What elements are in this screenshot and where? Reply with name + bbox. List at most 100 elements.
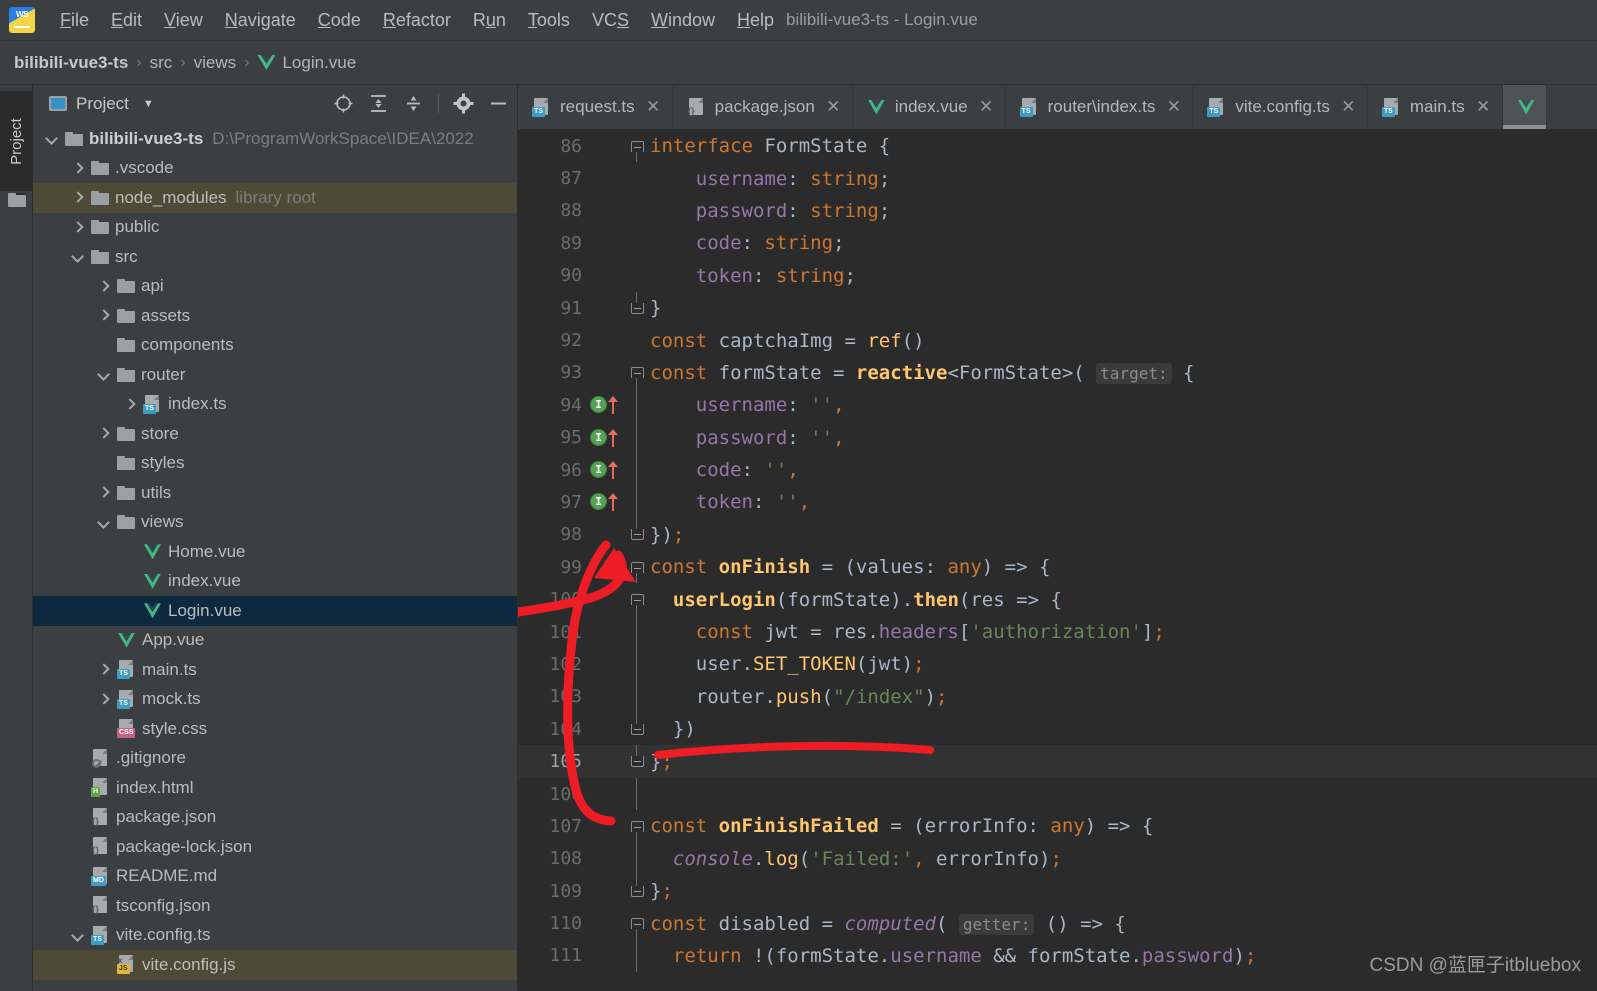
chevron-right-icon[interactable] <box>71 162 84 175</box>
gutter[interactable] <box>586 583 626 615</box>
gutter[interactable] <box>586 227 626 259</box>
menu-item-refactor[interactable]: Refactor <box>372 8 462 33</box>
gear-icon[interactable] <box>453 93 474 114</box>
gutter[interactable] <box>586 357 626 389</box>
code-line[interactable]: 97I token: '', <box>518 486 1597 518</box>
overriding-member-icon[interactable] <box>608 461 618 479</box>
expand-all-icon[interactable] <box>368 93 389 114</box>
menu-item-tools[interactable]: Tools <box>517 8 581 33</box>
gutter[interactable] <box>586 292 626 324</box>
code-line[interactable]: 104 }) <box>518 713 1597 745</box>
breadcrumb-segment-file[interactable]: Login.vue <box>282 53 356 73</box>
code-line[interactable]: 105}; <box>518 745 1597 777</box>
gutter[interactable]: I <box>586 454 626 486</box>
code-line[interactable]: 108 console.log('Failed:', errorInfo); <box>518 843 1597 875</box>
code-line[interactable]: 99const onFinish = (values: any) => { <box>518 551 1597 583</box>
fold-expanded-icon[interactable] <box>626 130 648 162</box>
editor-tab-router-index-ts[interactable]: TSrouter\index.ts✕ <box>1006 85 1194 129</box>
chevron-right-icon[interactable] <box>97 427 110 440</box>
minimize-icon[interactable] <box>488 93 509 114</box>
tree-row[interactable]: {}package.json <box>33 803 517 833</box>
tree-row[interactable]: api <box>33 272 517 302</box>
gutter[interactable] <box>586 162 626 194</box>
close-icon[interactable]: ✕ <box>1165 97 1182 117</box>
tree-row[interactable]: App.vue <box>33 626 517 656</box>
fold-expanded-icon[interactable] <box>626 810 648 842</box>
gutter[interactable]: I <box>586 422 626 454</box>
code-editor[interactable]: 86interface FormState {87 username: stri… <box>518 130 1597 991</box>
gutter[interactable] <box>586 745 626 777</box>
gutter[interactable] <box>586 681 626 713</box>
breadcrumb-segment-views[interactable]: views <box>194 53 237 73</box>
code-line[interactable]: 90 token: string; <box>518 260 1597 292</box>
editor-tab-request-ts[interactable]: TSrequest.ts✕ <box>518 85 673 129</box>
fold-end-icon[interactable] <box>626 713 648 745</box>
tree-row[interactable]: TSvite.config.ts <box>33 921 517 951</box>
code-line[interactable]: 106 <box>518 778 1597 810</box>
tree-row[interactable]: assets <box>33 301 517 331</box>
fold-expanded-icon[interactable] <box>626 551 648 583</box>
menu-item-window[interactable]: Window <box>640 8 726 33</box>
tree-row[interactable]: .vscode <box>33 154 517 184</box>
chevron-right-icon[interactable] <box>123 398 136 411</box>
close-icon[interactable]: ✕ <box>645 97 662 117</box>
editor-tab-package-json[interactable]: {}package.json✕ <box>673 85 853 129</box>
menu-item-code[interactable]: Code <box>307 8 372 33</box>
gutter[interactable] <box>586 195 626 227</box>
menu-item-navigate[interactable]: Navigate <box>214 8 307 33</box>
implementing-member-icon[interactable]: I <box>590 429 607 446</box>
tree-row[interactable]: bilibili-vue3-tsD:\ProgramWorkSpace\IDEA… <box>33 124 517 154</box>
fold-end-icon[interactable] <box>626 875 648 907</box>
implementing-member-icon[interactable]: I <box>590 493 607 510</box>
tree-row[interactable]: components <box>33 331 517 361</box>
code-line[interactable]: 101 const jwt = res.headers['authorizati… <box>518 616 1597 648</box>
implementing-member-icon[interactable]: I <box>590 396 607 413</box>
chevron-down-icon[interactable] <box>71 929 84 942</box>
code-line[interactable]: 102 user.SET_TOKEN(jwt); <box>518 648 1597 680</box>
collapse-all-icon[interactable] <box>403 93 424 114</box>
gutter[interactable] <box>586 260 626 292</box>
chevron-down-icon[interactable] <box>97 516 110 529</box>
fold-expanded-icon[interactable] <box>626 357 648 389</box>
chevron-right-icon[interactable] <box>97 280 110 293</box>
chevron-right-icon[interactable] <box>97 309 110 322</box>
tree-row[interactable]: index.vue <box>33 567 517 597</box>
editor-tab-bar[interactable]: TSrequest.ts✕{}package.json✕index.vue✕TS… <box>518 85 1597 130</box>
code-line[interactable]: 110const disabled = computed( getter: ()… <box>518 907 1597 939</box>
editor-tab-index-vue[interactable]: index.vue✕ <box>853 85 1006 129</box>
overriding-member-icon[interactable] <box>608 429 618 447</box>
gutter[interactable] <box>586 551 626 583</box>
fold-end-icon[interactable] <box>626 745 648 777</box>
tree-row[interactable]: .gitignore <box>33 744 517 774</box>
menu-item-run[interactable]: Run <box>462 8 517 33</box>
menu-item-view[interactable]: View <box>153 8 214 33</box>
tree-row[interactable]: styles <box>33 449 517 479</box>
close-icon[interactable]: ✕ <box>825 97 842 117</box>
gutter[interactable] <box>586 519 626 551</box>
gutter[interactable] <box>586 324 626 356</box>
overriding-member-icon[interactable] <box>608 493 618 511</box>
chevron-right-icon[interactable] <box>71 221 84 234</box>
gutter[interactable] <box>586 648 626 680</box>
tree-row[interactable]: TSmock.ts <box>33 685 517 715</box>
code-line[interactable]: 94I username: '', <box>518 389 1597 421</box>
gutter[interactable] <box>586 713 626 745</box>
breadcrumb-segment-src[interactable]: src <box>150 53 173 73</box>
tree-row[interactable]: Login.vue <box>33 596 517 626</box>
breadcrumb-segment-project[interactable]: bilibili-vue3-ts <box>14 53 128 73</box>
close-icon[interactable]: ✕ <box>1475 97 1492 117</box>
gutter[interactable] <box>586 843 626 875</box>
chevron-right-icon[interactable] <box>97 486 110 499</box>
tree-row[interactable]: utils <box>33 478 517 508</box>
project-file-tree[interactable]: bilibili-vue3-tsD:\ProgramWorkSpace\IDEA… <box>33 122 517 980</box>
tree-row[interactable]: src <box>33 242 517 272</box>
menu-item-help[interactable]: Help <box>726 8 785 33</box>
gutter[interactable] <box>586 875 626 907</box>
gutter[interactable] <box>586 130 626 162</box>
chevron-down-icon[interactable] <box>45 132 58 145</box>
code-line[interactable]: 91} <box>518 292 1597 324</box>
chevron-down-icon[interactable] <box>71 250 84 263</box>
code-line[interactable]: 98}); <box>518 519 1597 551</box>
tree-row[interactable]: node_moduleslibrary root <box>33 183 517 213</box>
tree-row[interactable]: CSSstyle.css <box>33 714 517 744</box>
